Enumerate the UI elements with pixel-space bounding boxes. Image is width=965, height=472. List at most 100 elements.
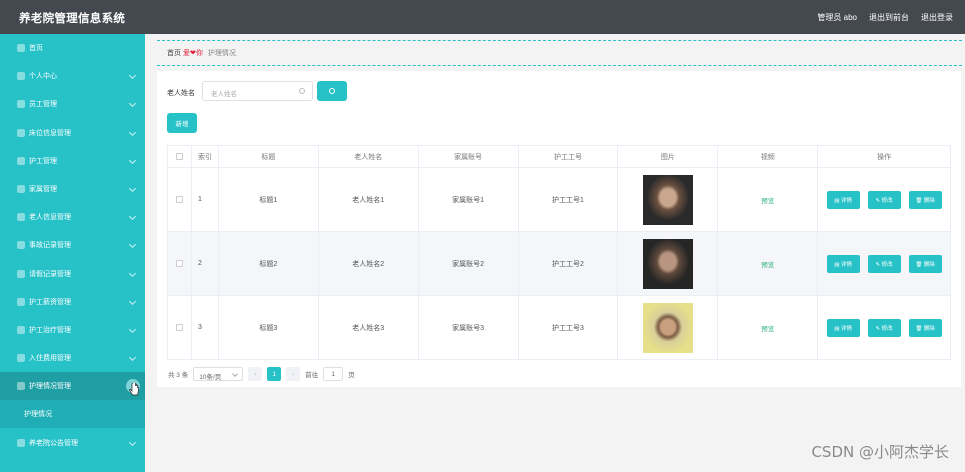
detail-button[interactable]: ▤ 详情	[826, 254, 860, 273]
top-bar: 养老院管理信息系统 管理员 abo 退出到前台 退出登录	[0, 0, 965, 34]
sidebar-item-salary[interactable]: 护工薪资管理	[0, 288, 145, 316]
accident-icon	[17, 241, 25, 250]
cell-index: 2	[191, 232, 219, 296]
goto-suffix: 页	[348, 372, 355, 379]
cell-elder: 老人姓名2	[318, 232, 419, 296]
current-user: 管理员 abo	[817, 13, 857, 22]
total-count: 共 3 条	[168, 372, 189, 379]
delete-button[interactable]: 🗑 删除	[908, 254, 942, 273]
logout-link[interactable]: 退出登录	[921, 12, 953, 23]
sidebar-item-care-status[interactable]: 护理情况管理	[0, 372, 145, 401]
cell-worker: 护工工号1	[518, 168, 619, 232]
breadcrumb-heart: 爱❤你	[183, 50, 203, 57]
cell-elder: 老人姓名1	[318, 168, 419, 232]
video-preview-link[interactable]: 预览	[761, 323, 774, 333]
header-image: 图片	[618, 146, 719, 168]
table-header: 索引 标题 老人姓名 家属账号 护工工号 图片 视频 操作	[168, 146, 952, 168]
header-family: 家属账号	[418, 146, 519, 168]
video-preview-link[interactable]: 预览	[761, 259, 774, 269]
chevron-down-icon	[128, 325, 137, 334]
select-all-checkbox[interactable]	[175, 153, 183, 160]
row-checkbox[interactable]	[175, 324, 183, 331]
detail-button[interactable]: ▤ 详情	[826, 190, 860, 209]
chevron-down-icon	[128, 72, 137, 80]
staff-icon	[17, 100, 25, 109]
cell-title: 标题3	[218, 296, 319, 360]
elder-photo[interactable]	[642, 302, 693, 353]
elder-photo[interactable]	[642, 238, 693, 289]
search-input[interactable]: 老人姓名	[202, 81, 313, 101]
chevron-down-icon	[128, 156, 137, 164]
edit-button[interactable]: ✎ 修改	[867, 190, 901, 209]
prev-page-button[interactable]: ‹	[248, 367, 263, 381]
watermark: CSDN @小阿杰学长	[811, 443, 949, 461]
sidebar-item-family[interactable]: 家属管理	[0, 175, 145, 203]
breadcrumb: 首页 爱❤你 护理情况	[157, 40, 962, 66]
elder-photo[interactable]	[642, 174, 693, 225]
sidebar-item-home[interactable]: 首页	[0, 34, 145, 62]
edit-button[interactable]: ✎ 修改	[867, 254, 901, 273]
sidebar-item-leave[interactable]: 请假记录管理	[0, 260, 145, 288]
chevron-down-icon	[128, 213, 137, 221]
sidebar-item-accidents[interactable]: 事故记录管理	[0, 231, 145, 259]
search-icon	[299, 88, 305, 94]
next-page-button[interactable]: ›	[286, 367, 301, 381]
edit-button[interactable]: ✎ 修改	[867, 318, 901, 337]
video-preview-link[interactable]: 预览	[761, 195, 774, 205]
page-number[interactable]: 1	[267, 367, 282, 381]
goto-page-input[interactable]: 1	[323, 367, 344, 381]
chevron-down-icon	[128, 297, 137, 305]
care-icon	[17, 382, 25, 391]
sidebar-item-caregivers[interactable]: 护工管理	[0, 147, 145, 175]
home-icon	[17, 44, 25, 53]
detail-button[interactable]: ▤ 详情	[826, 318, 860, 337]
treatment-icon	[17, 325, 25, 334]
breadcrumb-home[interactable]: 首页	[167, 48, 181, 58]
sidebar-item-treatment[interactable]: 护工治疗管理	[0, 316, 145, 344]
table-row: 3 标题3 老人姓名3 家属账号3 护工工号3 预览 ▤ 详情 ✎ 修改 🗑 删…	[168, 296, 952, 360]
add-button[interactable]: 新增	[167, 113, 197, 133]
cell-worker: 护工工号2	[518, 232, 619, 296]
sidebar-item-beds[interactable]: 床位信息管理	[0, 119, 145, 147]
app-title: 养老院管理信息系统	[19, 13, 126, 25]
table-row: 1 标题1 老人姓名1 家属账号1 护工工号1 预览 ▤ 详情 ✎ 修改 🗑 删…	[168, 168, 952, 232]
sidebar-item-profile[interactable]: 个人中心	[0, 62, 145, 90]
chevron-down-icon	[128, 438, 137, 446]
delete-button[interactable]: 🗑 删除	[908, 318, 942, 337]
sidebar-item-elders[interactable]: 老人信息管理	[0, 203, 145, 231]
row-checkbox[interactable]	[175, 196, 183, 203]
search-label: 老人姓名	[167, 90, 195, 97]
sidebar-subitem-care-status[interactable]: 护理情况	[0, 400, 145, 429]
sidebar: 首页 个人中心 员工管理 床位信息管理 护工管理 家属管理 老人信息管理 事故记…	[0, 34, 145, 472]
row-checkbox[interactable]	[175, 260, 183, 267]
bed-icon	[17, 128, 25, 137]
header-actions: 操作	[818, 146, 952, 168]
top-nav: 管理员 abo 退出到前台 退出登录	[817, 12, 953, 23]
care-table: 索引 标题 老人姓名 家属账号 护工工号 图片 视频 操作 1 标题1 老人姓名…	[167, 145, 952, 360]
sidebar-item-notices[interactable]: 养老院公告管理	[0, 428, 145, 456]
leave-icon	[17, 269, 25, 278]
cell-index: 1	[191, 168, 219, 232]
cell-family: 家属账号2	[418, 232, 519, 296]
chevron-down-icon	[128, 241, 137, 249]
breadcrumb-current: 护理情况	[207, 50, 236, 57]
chevron-down-icon	[128, 269, 137, 277]
cell-title: 标题2	[218, 232, 319, 296]
cell-worker: 护工工号3	[518, 296, 619, 360]
header-title: 标题	[218, 146, 319, 168]
user-icon	[17, 72, 25, 81]
pagination: 共 3 条 10条/页 ‹ 1 › 前往 1 页	[168, 367, 355, 381]
sidebar-item-staff[interactable]: 员工管理	[0, 90, 145, 118]
delete-button[interactable]: 🗑 删除	[908, 190, 942, 209]
search-button[interactable]	[317, 81, 347, 101]
goto-label: 前往	[305, 372, 319, 379]
sidebar-item-fees[interactable]: 入住费用管理	[0, 344, 145, 372]
back-to-front-link[interactable]: 退出到前台	[869, 12, 909, 23]
caregiver-icon	[17, 156, 25, 165]
salary-icon	[17, 297, 25, 306]
search-icon	[329, 88, 335, 94]
cell-index: 3	[191, 296, 219, 360]
content-card: 老人姓名 老人姓名 新增 索引 标题 老人姓名 家属账号 护工工号 图片 视频 …	[157, 71, 961, 387]
cell-elder: 老人姓名3	[318, 296, 419, 360]
page-size-select[interactable]: 10条/页	[193, 367, 244, 381]
